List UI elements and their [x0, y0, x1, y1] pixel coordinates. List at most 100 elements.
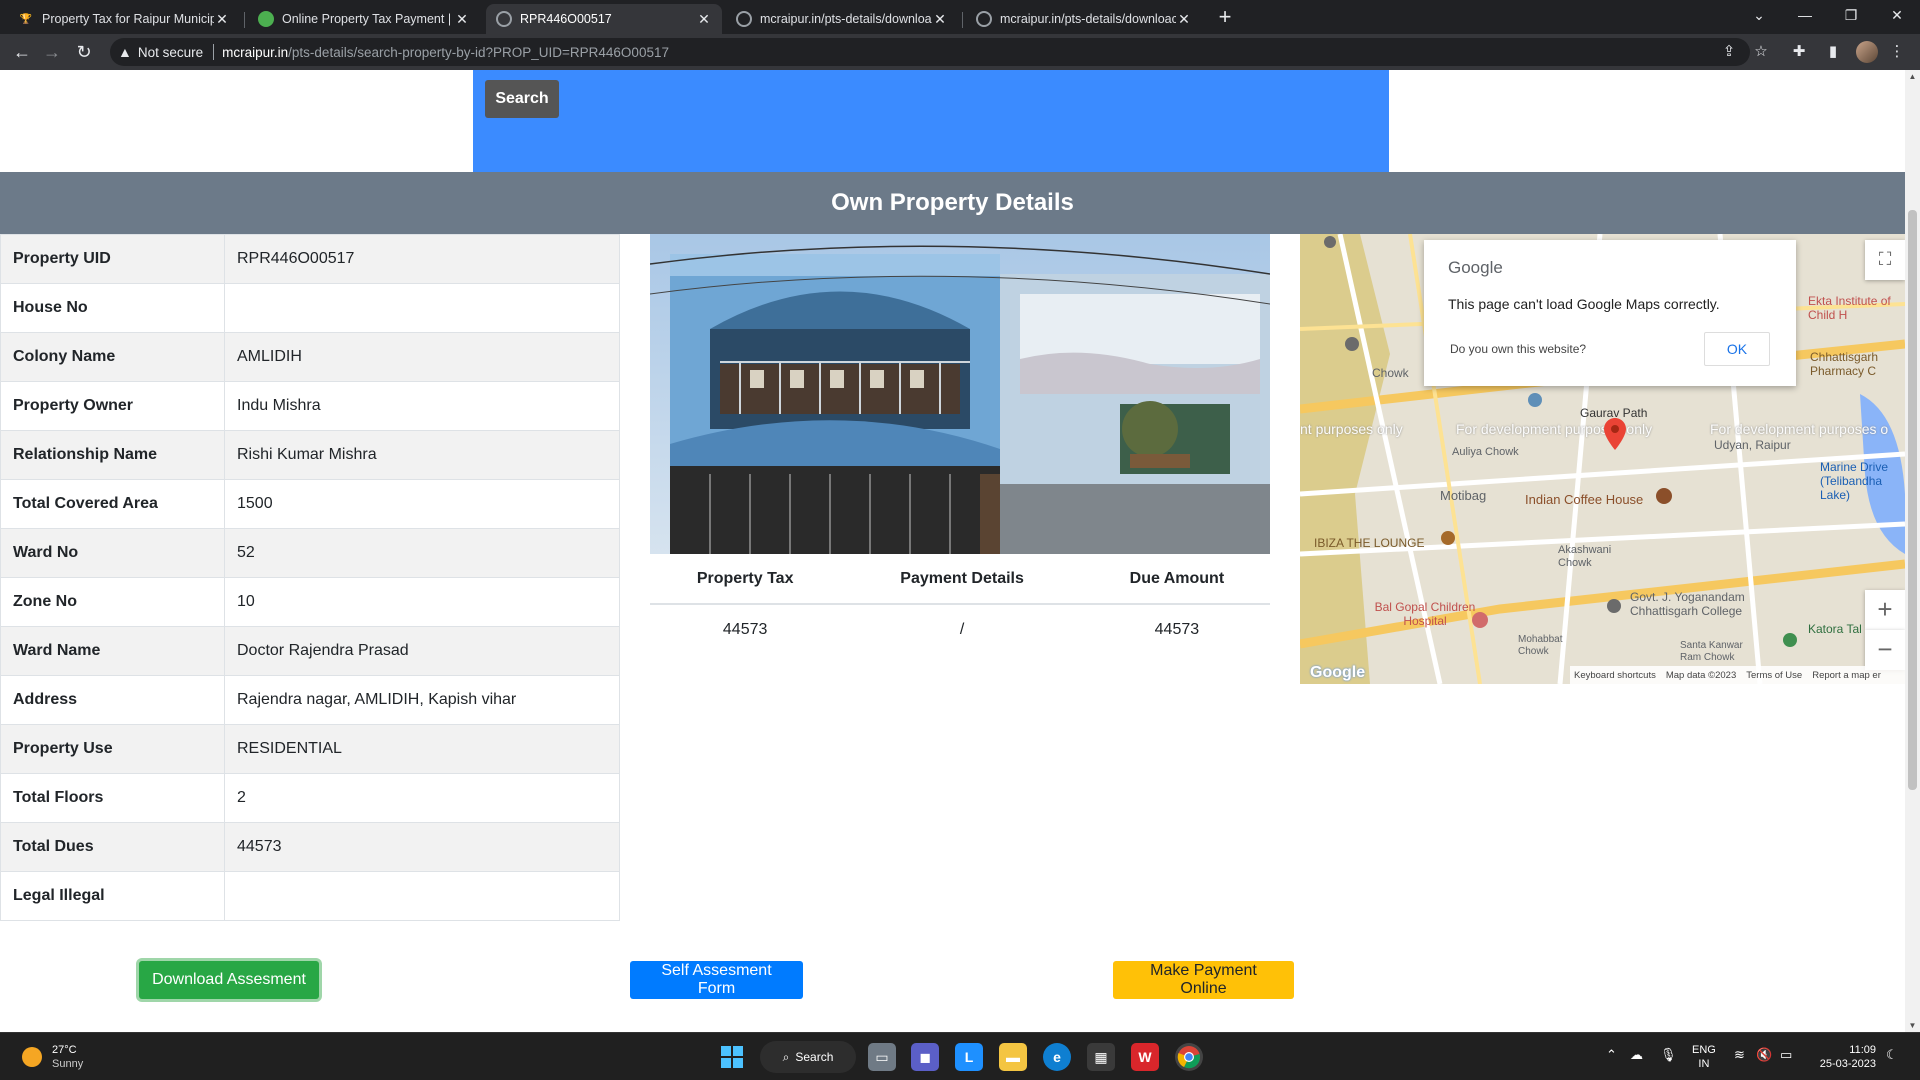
tab-rpr446o00517[interactable]: RPR446O00517 ✕	[486, 4, 722, 34]
browser-tab-strip: 🏆 Property Tax for Raipur Municipa ✕ Onl…	[0, 0, 1920, 34]
tab-download-2[interactable]: mcraipur.in/pts-details/downloac ✕	[966, 4, 1202, 34]
close-tab-icon[interactable]: ✕	[214, 11, 230, 28]
bookmark-star-icon[interactable]: ☆	[1750, 41, 1772, 63]
windows-start-icon[interactable]	[718, 1043, 746, 1071]
scrollbar-thumb[interactable]	[1908, 210, 1917, 790]
battery-icon[interactable]: ▭	[1780, 1047, 1792, 1063]
scroll-down-arrow-icon[interactable]: ▼	[1905, 1021, 1920, 1030]
search-button[interactable]: Search	[485, 80, 559, 118]
map-dialog-ok-button[interactable]: OK	[1704, 332, 1770, 366]
profile-avatar[interactable]	[1856, 41, 1878, 63]
detail-label: House No	[0, 283, 225, 333]
tab-online-property-tax[interactable]: Online Property Tax Payment | D ✕	[248, 4, 480, 34]
globe-favicon-icon	[736, 11, 752, 27]
globe-favicon-icon	[976, 11, 992, 27]
map-dev-watermark: nt purposes only	[1300, 421, 1403, 437]
new-tab-button[interactable]: +	[1212, 5, 1238, 31]
teams-chat-icon[interactable]: ◼	[911, 1043, 939, 1071]
make-payment-online-button[interactable]: Make Payment Online	[1113, 961, 1294, 999]
scroll-up-arrow-icon[interactable]: ▲	[1905, 72, 1920, 81]
detail-value	[224, 283, 620, 333]
input-language[interactable]: ENG IN	[1692, 1043, 1716, 1071]
tab-search-chevron-icon[interactable]: ⌄	[1736, 0, 1782, 34]
page-scrollbar[interactable]: ▲ ▼	[1905, 70, 1920, 1032]
tab-separator	[244, 12, 245, 28]
app-l-icon[interactable]: L	[955, 1043, 983, 1071]
restore-button[interactable]: ❐	[1828, 0, 1874, 34]
detail-label: Total Dues	[0, 822, 225, 872]
edge-browser-icon[interactable]: e	[1043, 1043, 1071, 1071]
detail-label: Address	[0, 675, 225, 725]
report-map-error-link[interactable]: Report a map er	[1812, 670, 1881, 681]
chrome-logo-icon	[1177, 1046, 1200, 1069]
map-place-label: Santa Kanwar Ram Chowk	[1680, 640, 1743, 663]
side-panel-icon[interactable]: ▮	[1822, 41, 1844, 63]
table-row: Property UID RPR446O00517	[0, 234, 620, 284]
system-clock[interactable]: 11:09 25-03-2023	[1812, 1043, 1876, 1071]
detail-label: Property Use	[0, 724, 225, 774]
microsoft-store-icon[interactable]: ▦	[1087, 1043, 1115, 1071]
back-arrow-icon[interactable]: ←	[10, 40, 34, 64]
detail-label: Property Owner	[0, 381, 225, 431]
notification-bell-icon[interactable]: ☾	[1886, 1047, 1898, 1063]
table-row: House No	[0, 283, 620, 333]
omnibox-divider	[213, 44, 215, 60]
fullscreen-icon[interactable]: ⛶	[1865, 240, 1905, 280]
map-place-label: Mohabbat Chowk	[1518, 634, 1563, 657]
share-icon[interactable]: ⇪	[1718, 41, 1740, 63]
table-row: Total Covered Area 1500	[0, 479, 620, 529]
terms-of-use-link[interactable]: Terms of Use	[1746, 670, 1802, 681]
close-tab-icon[interactable]: ✕	[696, 11, 712, 28]
wifi-icon[interactable]: ≋	[1734, 1047, 1745, 1063]
security-label[interactable]: Not secure	[138, 45, 203, 60]
map-place-label: Katora Tal	[1808, 622, 1862, 636]
map-location-pin-icon[interactable]	[1604, 418, 1626, 450]
taskbar-search[interactable]: ⌕ Search	[760, 1041, 856, 1073]
table-row: Legal Illegal	[0, 871, 620, 921]
due-amount-value: 44573	[1154, 620, 1200, 638]
forward-arrow-icon[interactable]: →	[40, 40, 64, 64]
keyboard-shortcuts-link[interactable]: Keyboard shortcuts	[1574, 670, 1656, 681]
menu-dots-icon[interactable]: ⋮	[1886, 41, 1908, 63]
close-tab-icon[interactable]: ✕	[932, 11, 948, 28]
detail-value: AMLIDIH	[224, 332, 620, 382]
table-row: Colony Name AMLIDIH	[0, 332, 620, 382]
detail-label: Ward No	[0, 528, 225, 578]
clock-time: 11:09	[1849, 1044, 1876, 1056]
weather-widget[interactable]: 27°C Sunny	[52, 1043, 83, 1071]
minimize-button[interactable]: —	[1782, 0, 1828, 34]
table-row: Property Owner Indu Mishra	[0, 381, 620, 431]
warning-triangle-icon[interactable]: ▲	[118, 44, 132, 60]
chrome-icon[interactable]	[1175, 1043, 1203, 1071]
close-tab-icon[interactable]: ✕	[454, 11, 470, 28]
tab-property-tax-raipur[interactable]: 🏆 Property Tax for Raipur Municipa ✕	[8, 4, 240, 34]
tab-download-1[interactable]: mcraipur.in/pts-details/downloac ✕	[726, 4, 958, 34]
close-window-button[interactable]: ✕	[1874, 0, 1920, 34]
map-place-label: Indian Coffee House	[1525, 492, 1644, 507]
page-content: Search Own Property Details Property UID…	[0, 70, 1905, 1032]
search-icon: ⌕	[782, 1049, 790, 1064]
onedrive-cloud-icon[interactable]: ☁	[1630, 1047, 1643, 1063]
microphone-icon[interactable]: 🎙	[1660, 1047, 1677, 1063]
zoom-out-button[interactable]: −	[1865, 630, 1905, 670]
google-map[interactable]: nt purposes only For development purpose…	[1300, 234, 1905, 684]
speaker-muted-icon[interactable]: 🔇	[1756, 1047, 1772, 1063]
address-bar[interactable]: ▲ Not secure mcraipur.in /pts-details/se…	[110, 38, 1750, 66]
detail-value: Indu Mishra	[224, 381, 620, 431]
table-header-row: Property Tax Payment Details Due Amount	[650, 554, 1270, 605]
self-assessment-form-button[interactable]: Self Assesment Form	[630, 961, 803, 999]
map-place-label: IBIZA THE LOUNGE	[1314, 536, 1425, 550]
extensions-puzzle-icon[interactable]: ✚	[1788, 41, 1810, 63]
zoom-in-button[interactable]: +	[1865, 590, 1905, 630]
download-assessment-button[interactable]: Download Assesment	[139, 961, 319, 999]
close-tab-icon[interactable]: ✕	[1176, 11, 1192, 28]
site-favicon-icon	[258, 11, 274, 27]
table-row: Property Use RESIDENTIAL	[0, 724, 620, 774]
show-hidden-icons-chevron-icon[interactable]: ⌃	[1606, 1047, 1617, 1063]
sun-weather-icon[interactable]	[22, 1047, 42, 1067]
file-explorer-icon[interactable]: ▬	[999, 1043, 1027, 1071]
detail-value: 1500	[224, 479, 620, 529]
reload-icon[interactable]: ↻	[72, 40, 96, 64]
task-view-icon[interactable]: ▭	[868, 1043, 896, 1071]
wps-office-icon[interactable]: W	[1131, 1043, 1159, 1071]
